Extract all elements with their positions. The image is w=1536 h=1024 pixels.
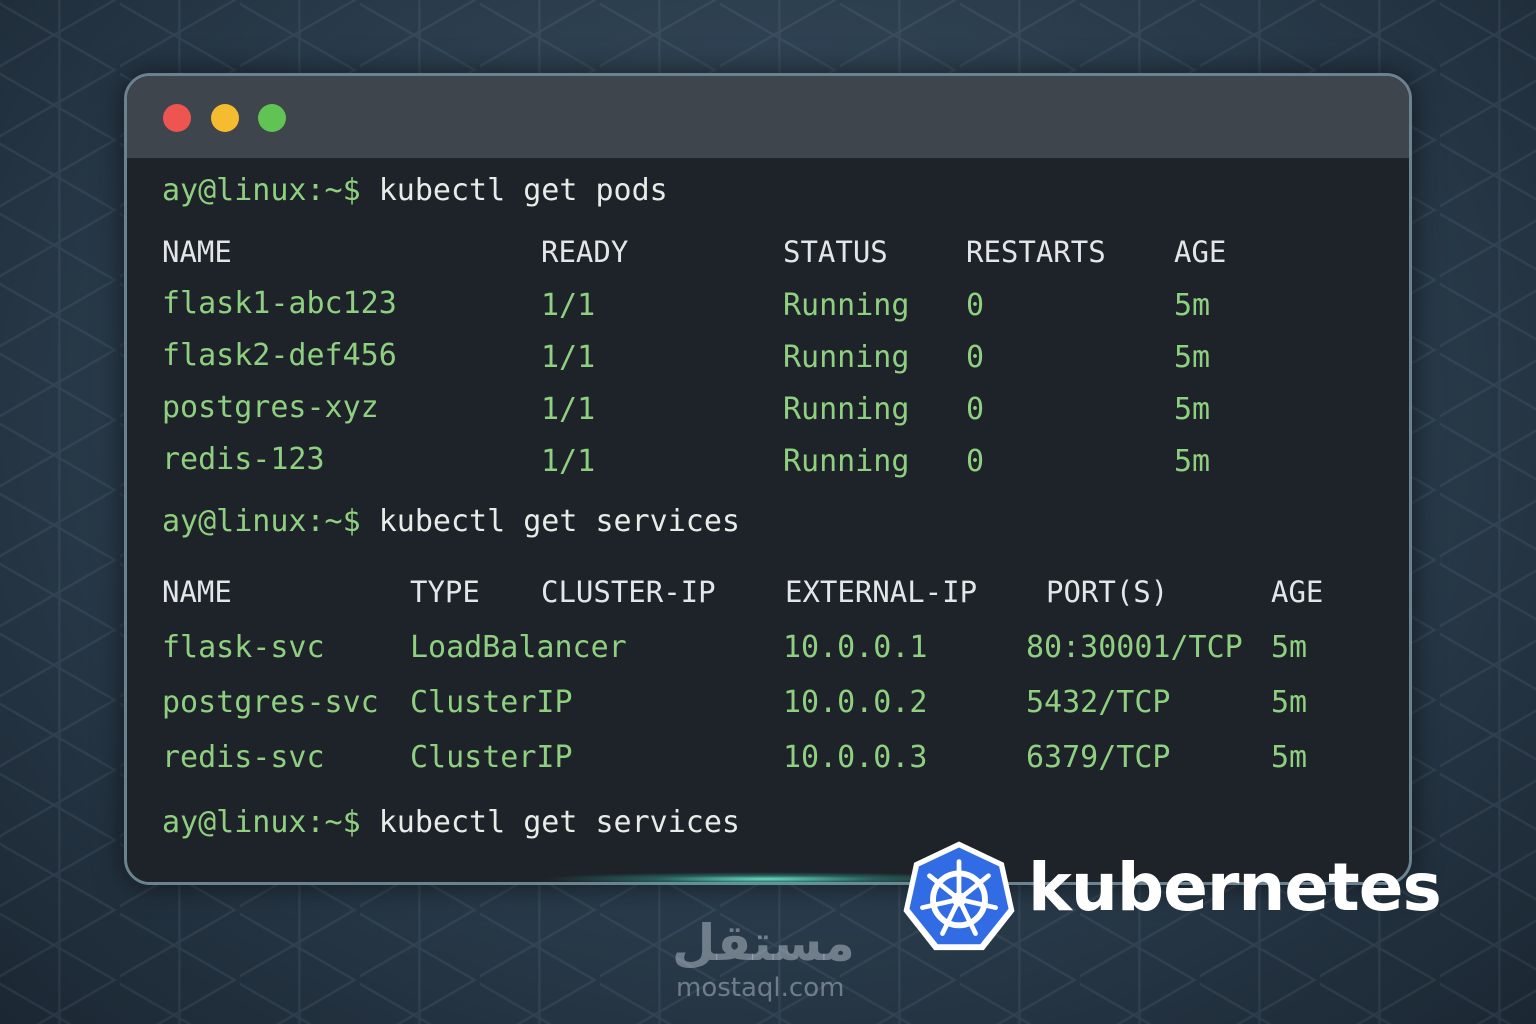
pod-age: 5m (1174, 340, 1211, 375)
svc-name: postgres-svc (162, 685, 379, 720)
pods-header-name: NAME (162, 235, 232, 269)
command-line: ay@linux:~$ kubectl get services (162, 808, 740, 838)
svc-type: LoadBalancer (410, 630, 627, 665)
svc-header-age: AGE (1271, 575, 1324, 609)
pod-age: 5m (1174, 444, 1211, 479)
pod-ready: 1/1 (541, 444, 596, 479)
svc-header-type: TYPE (410, 575, 480, 609)
svc-type: ClusterIP (410, 740, 573, 775)
svc-header-external-ip: EXTERNAL-IP (785, 575, 978, 609)
svc-type: ClusterIP (410, 685, 573, 720)
svc-name: redis-svc (162, 740, 325, 775)
svc-age: 5m (1271, 685, 1308, 720)
pod-ready: 1/1 (541, 288, 596, 323)
svc-ip: 10.0.0.1 (783, 630, 928, 665)
shell-prompt: ay@linux:~$ (162, 173, 361, 208)
shell-prompt: ay@linux:~$ (162, 805, 361, 840)
svc-header-name: NAME (162, 575, 232, 609)
pod-restarts: 0 (966, 444, 985, 479)
kubernetes-wordmark: kubernetes (1028, 849, 1442, 926)
maximize-button[interactable] (258, 104, 286, 132)
watermark-arabic: مستقل (672, 914, 855, 972)
terminal-body[interactable]: ay@linux:~$ kubectl get pods NAME READY … (127, 158, 1409, 882)
pods-header-status: STATUS (783, 235, 888, 269)
pod-restarts: 0 (966, 340, 985, 375)
svc-ports: 80:30001/TCP (1026, 630, 1243, 665)
svc-ports: 6379/TCP (1026, 740, 1171, 775)
command-line: ay@linux:~$ kubectl get pods (162, 176, 668, 206)
pods-header-restarts: RESTARTS (966, 235, 1106, 269)
close-button[interactable] (163, 104, 191, 132)
terminal-window: ay@linux:~$ kubectl get pods NAME READY … (124, 73, 1412, 885)
command-text: kubectl get pods (378, 173, 668, 208)
pod-name: redis-123 (162, 442, 325, 477)
title-bar (127, 76, 1409, 158)
command-line: ay@linux:~$ kubectl get services (162, 507, 740, 537)
pod-status: Running (783, 288, 910, 323)
watermark-url: mostaql.com (676, 973, 845, 1003)
pod-status: Running (783, 340, 910, 375)
kubernetes-helm-wheel-icon (903, 841, 1015, 951)
svc-header-ports: PORT(S) (1046, 575, 1169, 609)
pod-age: 5m (1174, 392, 1211, 427)
command-text: kubectl get services (378, 504, 740, 539)
svc-header-cluster-ip: CLUSTER-IP (541, 575, 716, 609)
pod-age: 5m (1174, 288, 1211, 323)
pod-status: Running (783, 444, 910, 479)
command-text: kubectl get services (378, 805, 740, 840)
pod-restarts: 0 (966, 288, 985, 323)
pod-name: flask1-abc123 (162, 286, 397, 321)
pod-name: postgres-xyz (162, 390, 379, 425)
pod-ready: 1/1 (541, 340, 596, 375)
svc-name: flask-svc (162, 630, 325, 665)
svc-ip: 10.0.0.2 (783, 685, 928, 720)
minimize-button[interactable] (211, 104, 239, 132)
shell-prompt: ay@linux:~$ (162, 504, 361, 539)
svc-age: 5m (1271, 630, 1308, 665)
pods-header-age: AGE (1174, 235, 1227, 269)
pod-ready: 1/1 (541, 392, 596, 427)
svc-ip: 10.0.0.3 (783, 740, 928, 775)
pod-name: flask2-def456 (162, 338, 397, 373)
pod-status: Running (783, 392, 910, 427)
pods-header-ready: READY (541, 235, 629, 269)
svc-ports: 5432/TCP (1026, 685, 1171, 720)
pod-restarts: 0 (966, 392, 985, 427)
svc-age: 5m (1271, 740, 1308, 775)
